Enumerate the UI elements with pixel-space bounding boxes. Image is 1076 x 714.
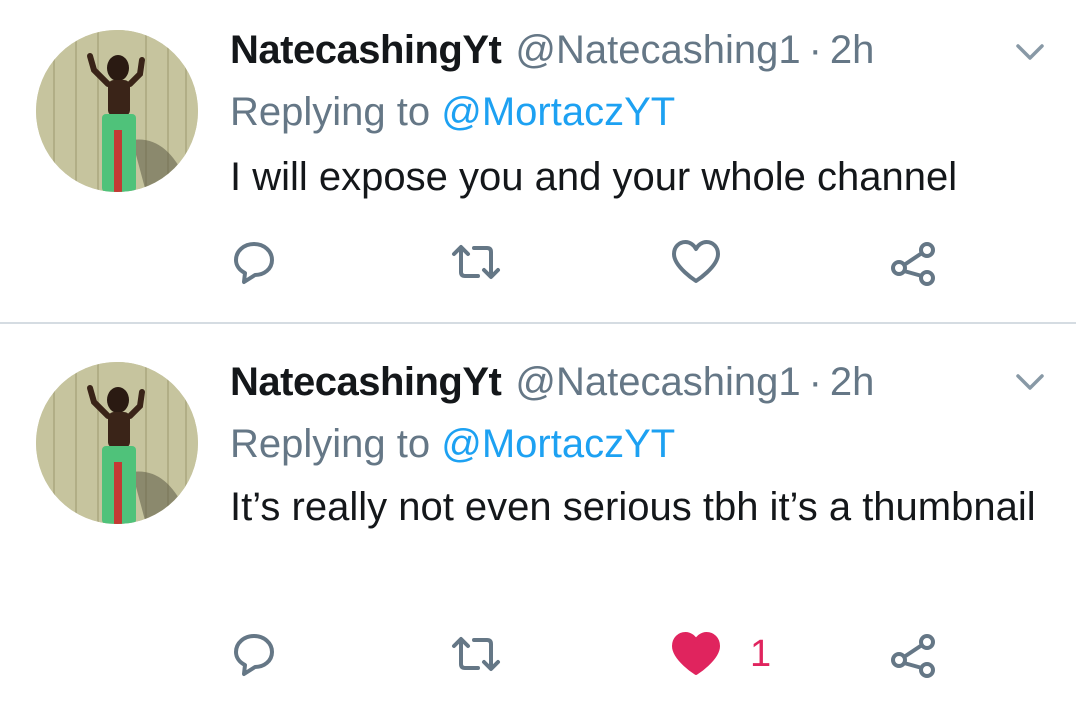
- replying-to-mention[interactable]: @MortaczYT: [441, 422, 675, 466]
- tweet[interactable]: NatecashingYt @Natecashing1 · 2h Replyin…: [0, 324, 1076, 714]
- display-name[interactable]: NatecashingYt: [230, 360, 502, 405]
- chevron-down-icon: [1016, 44, 1044, 60]
- separator-dot: ·: [808, 360, 822, 404]
- avatar[interactable]: [36, 30, 198, 192]
- timestamp[interactable]: 2h: [830, 28, 875, 73]
- replying-to-label: Replying to: [230, 422, 431, 466]
- tweet-header: NatecashingYt @Natecashing1 · 2h: [230, 28, 874, 73]
- chevron-down-icon: [1016, 374, 1044, 390]
- separator-dot: ·: [808, 28, 822, 72]
- avatar-photo: [36, 30, 198, 192]
- timestamp[interactable]: 2h: [830, 360, 875, 405]
- tweet-actions: [0, 232, 1076, 292]
- like-button[interactable]: 1: [670, 624, 771, 684]
- tweet-header: NatecashingYt @Natecashing1 · 2h: [230, 360, 874, 405]
- speech-bubble-icon: [234, 634, 274, 676]
- like-button[interactable]: [670, 232, 750, 292]
- share-button[interactable]: [888, 232, 940, 292]
- retweet-button[interactable]: [448, 624, 504, 684]
- retweet-arrows-icon: [452, 245, 500, 279]
- tweet-menu-button[interactable]: [1010, 368, 1050, 398]
- avatar-photo: [36, 362, 198, 524]
- tweet[interactable]: NatecashingYt @Natecashing1 · 2h Replyin…: [0, 0, 1076, 322]
- display-name[interactable]: NatecashingYt: [230, 28, 502, 73]
- like-count: 1: [750, 632, 772, 675]
- retweet-button[interactable]: [448, 232, 504, 292]
- heart-icon: [672, 240, 720, 283]
- replying-to-line: Replying to @MortaczYT: [230, 90, 675, 135]
- replying-to-label: Replying to: [230, 90, 431, 134]
- user-handle[interactable]: @Natecashing1: [515, 28, 800, 73]
- reply-button[interactable]: [230, 624, 278, 684]
- tweet-text: I will expose you and your whole channel: [230, 155, 958, 199]
- tweet-menu-button[interactable]: [1010, 38, 1050, 68]
- share-nodes-icon: [891, 242, 935, 286]
- speech-bubble-icon: [234, 242, 274, 284]
- retweet-arrows-icon: [452, 637, 500, 671]
- share-button[interactable]: [888, 624, 940, 684]
- user-handle[interactable]: @Natecashing1: [515, 360, 800, 405]
- replying-to-line: Replying to @MortaczYT: [230, 422, 675, 467]
- share-nodes-icon: [891, 634, 935, 678]
- tweet-actions: 1: [0, 624, 1076, 684]
- avatar[interactable]: [36, 362, 198, 524]
- tweet-text: It’s really not even serious tbh it’s a …: [230, 485, 1036, 529]
- replying-to-mention[interactable]: @MortaczYT: [441, 90, 675, 134]
- heart-icon: [672, 632, 720, 675]
- reply-button[interactable]: [230, 232, 278, 292]
